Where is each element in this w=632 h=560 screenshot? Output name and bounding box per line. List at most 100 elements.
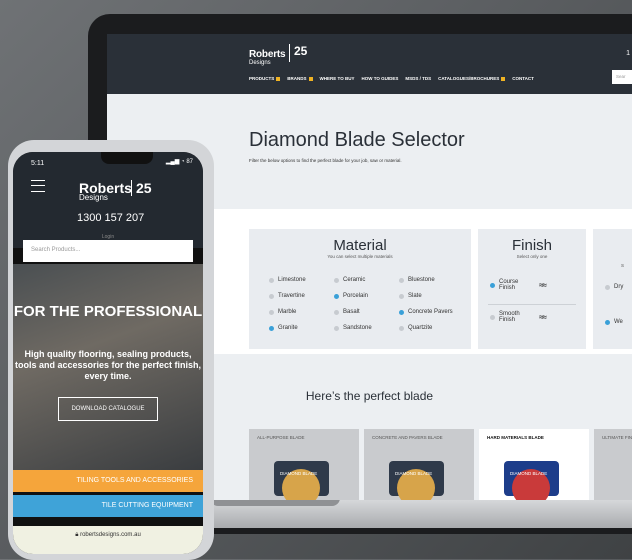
- battery-level: 87: [186, 159, 193, 165]
- hero-title: FOR THE PROFESSIONAL: [13, 303, 203, 320]
- option-label: Bluestone: [408, 277, 435, 283]
- page-subtitle: Filter the below options to find the per…: [249, 158, 402, 163]
- logo-years: 25: [131, 180, 152, 196]
- phone-screen: 5:11 ▂▄▆ ◔ 87 Roberts Designs 25 1300 15…: [13, 152, 203, 554]
- mobile-search-input[interactable]: Search Products...: [23, 240, 193, 262]
- result-tile[interactable]: CONCRETE AND PAVERS BLADE DIAMOND BLADE: [364, 429, 474, 500]
- option-slate[interactable]: Slate: [399, 293, 422, 299]
- header-search-input[interactable]: Sear: [612, 70, 632, 84]
- mobile-phone-number[interactable]: 1300 157 207: [77, 212, 144, 224]
- nav-msds[interactable]: MSDS / TDS: [405, 76, 431, 81]
- page-title: Diamond Blade Selector: [249, 129, 465, 151]
- option-label: Ceramic: [343, 277, 366, 283]
- radio-icon: [399, 325, 404, 331]
- condition-card: S Dry We: [593, 229, 632, 349]
- option-label: Course Finish: [499, 279, 519, 291]
- download-catalogue-button[interactable]: DOWNLOAD CATALOGUE: [58, 397, 158, 421]
- radio-selected-icon: [490, 282, 495, 288]
- option-label: Dry: [614, 284, 624, 290]
- radio-icon: [334, 325, 339, 331]
- nav-products-label: PRODUCTS: [249, 76, 275, 81]
- nav-contact[interactable]: CONTACT: [512, 76, 534, 81]
- option-label: Slate: [408, 293, 422, 299]
- nav-catalogues-label: CATALOGUES/BROCHURES: [438, 76, 500, 81]
- mobile-hero: FOR THE PROFESSIONAL High quality floori…: [13, 264, 203, 470]
- radio-selected-icon: [399, 309, 404, 315]
- option-label: Marble: [278, 309, 297, 315]
- result-tile[interactable]: ULTIMATE FINISH BL: [594, 429, 632, 500]
- header-phone: 1: [626, 50, 630, 57]
- nav-catalogues[interactable]: CATALOGUES/BROCHURES: [438, 76, 506, 81]
- site-logo[interactable]: Roberts Designs 25: [249, 44, 307, 66]
- wave-icon: ≈≈: [539, 280, 547, 290]
- nav-where-to-buy[interactable]: WHERE TO BUY: [320, 76, 355, 81]
- mobile-logo[interactable]: Roberts Designs 25: [79, 180, 152, 202]
- option-quartzite[interactable]: Quartzite: [399, 325, 432, 331]
- option-granite[interactable]: Granite: [269, 325, 298, 331]
- url-text: robertsdesigns.com.au: [80, 532, 141, 538]
- radio-icon: [399, 277, 404, 283]
- material-card: Material You can select multiple materia…: [249, 229, 471, 349]
- radio-icon: [334, 309, 339, 315]
- status-battery: ▂▄▆ ◔ 87: [166, 158, 193, 165]
- logo-sub: Designs: [249, 60, 271, 66]
- option-label: Granite: [278, 325, 298, 331]
- radio-selected-icon: [334, 293, 339, 299]
- option-course-finish[interactable]: Course Finish ≈≈: [490, 279, 575, 291]
- radio-icon: [269, 293, 274, 299]
- status-time: 5:11: [31, 160, 45, 167]
- radio-icon: [269, 309, 274, 315]
- url-bar[interactable]: 🔒︎ robertsdesigns.com.au: [13, 526, 203, 554]
- nav-products[interactable]: PRODUCTS: [249, 76, 281, 81]
- option-label: Sandstone: [343, 325, 372, 331]
- radio-selected-icon: [269, 325, 274, 331]
- dropdown-icon: [308, 76, 313, 81]
- material-hint: You can select multiple materials: [327, 254, 393, 259]
- option-label: We: [614, 319, 623, 325]
- result-tile[interactable]: ALL-PURPOSE BLADE DIAMOND BLADE: [249, 429, 359, 500]
- tile-label: ALL-PURPOSE BLADE: [257, 435, 305, 440]
- nav-brands-label: BRANDS: [287, 76, 307, 81]
- blade-label: DIAMOND BLADE: [280, 471, 318, 476]
- blade-image: DIAMOND BLADE: [274, 461, 329, 500]
- tile-cutting-link[interactable]: TILE CUTTING EQUIPMENT: [13, 495, 203, 517]
- option-wet[interactable]: We: [605, 319, 623, 325]
- phone-notch: [101, 152, 153, 164]
- blade-image: DIAMOND BLADE: [389, 461, 444, 500]
- option-smooth-finish[interactable]: Smooth Finish ≈≈: [490, 311, 575, 323]
- dropdown-icon: [501, 76, 506, 81]
- option-dry[interactable]: Dry: [605, 284, 623, 290]
- site-header: Roberts Designs 25 1 PRODUCTS BRANDS WHE…: [107, 34, 632, 94]
- radio-icon: [490, 314, 495, 320]
- option-bluestone[interactable]: Bluestone: [399, 277, 435, 283]
- finish-card: Finish Select only one Course Finish ≈≈ S…: [478, 229, 586, 349]
- option-limestone[interactable]: Limestone: [269, 277, 306, 283]
- hero-text: High quality flooring, sealing products,…: [14, 349, 202, 381]
- signal-icon: ▂▄▆ ◔: [165, 159, 187, 165]
- option-marble[interactable]: Marble: [269, 309, 296, 315]
- nav-brands[interactable]: BRANDS: [287, 76, 313, 81]
- blade-label: DIAMOND BLADE: [395, 471, 433, 476]
- tile-label: HARD MATERIALS BLADE: [487, 435, 544, 440]
- option-concrete-pavers[interactable]: Concrete Pavers: [399, 309, 453, 315]
- radio-icon: [605, 284, 610, 290]
- nav-how-to-guides[interactable]: HOW TO GUIDES: [361, 76, 398, 81]
- logo-years: 25: [289, 44, 307, 62]
- option-basalt[interactable]: Basalt: [334, 309, 360, 315]
- finish-title: Finish: [511, 237, 552, 254]
- condition-hint: S: [621, 263, 625, 268]
- logo-brand: Roberts: [249, 49, 286, 60]
- option-porcelain[interactable]: Porcelain: [334, 293, 368, 299]
- option-ceramic[interactable]: Ceramic: [334, 277, 365, 283]
- material-title: Material: [333, 237, 387, 254]
- radio-icon: [399, 293, 404, 299]
- result-tile-selected[interactable]: HARD MATERIALS BLADE DIAMOND BLADE: [479, 429, 589, 500]
- option-label: Porcelain: [343, 293, 369, 299]
- tiling-tools-link[interactable]: TILING TOOLS AND ACCESSORIES: [13, 470, 203, 492]
- option-travertine[interactable]: Travertine: [269, 293, 305, 299]
- finish-hint: Select only one: [516, 254, 548, 259]
- wave-icon: ≈≈: [539, 312, 547, 322]
- hamburger-menu-icon[interactable]: [31, 180, 45, 192]
- radio-icon: [269, 277, 274, 283]
- option-sandstone[interactable]: Sandstone: [334, 325, 372, 331]
